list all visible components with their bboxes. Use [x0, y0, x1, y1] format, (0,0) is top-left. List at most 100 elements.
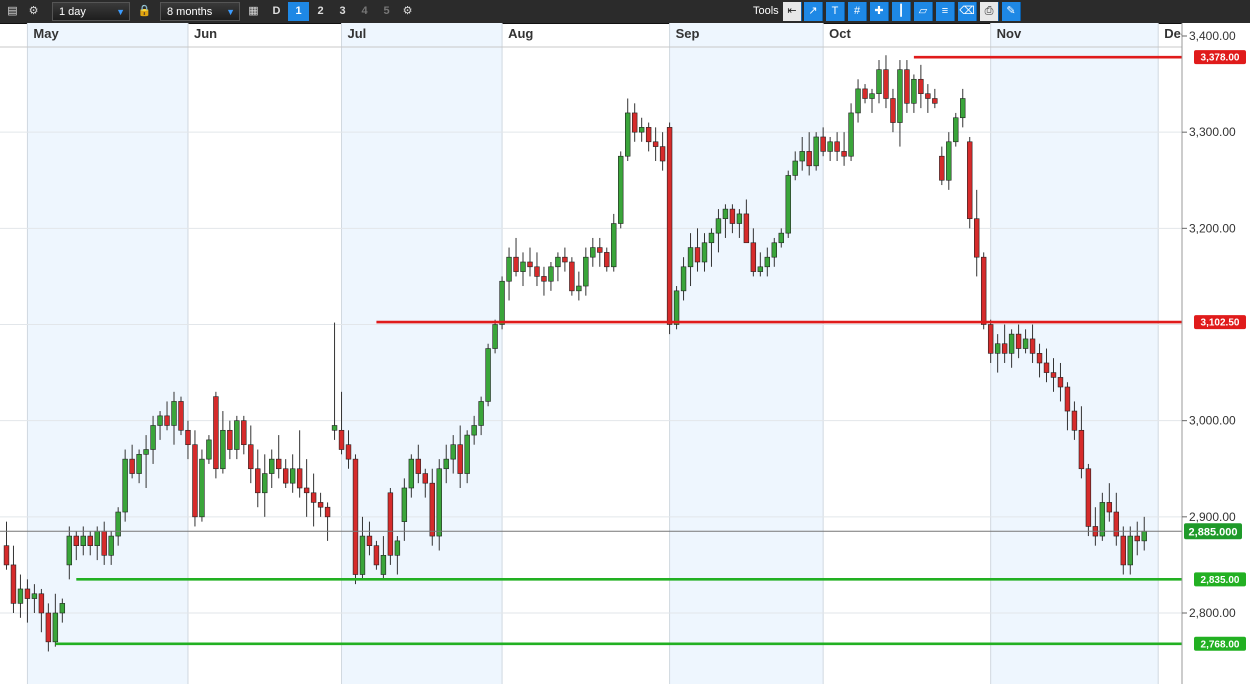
candle-down — [387, 492, 394, 556]
settings-icon[interactable]: ⚙ — [398, 2, 417, 21]
candle-up — [555, 256, 561, 268]
candle-down — [820, 136, 826, 152]
candle-down — [324, 506, 331, 518]
chevron-down-icon: ▼ — [116, 7, 125, 17]
candle-up — [1127, 535, 1133, 566]
grid-icon[interactable]: # — [848, 2, 867, 21]
candle-down — [939, 155, 945, 181]
candle-down — [694, 247, 701, 263]
back-arrow-icon[interactable]: ⇤ — [783, 2, 802, 21]
candle-up — [143, 449, 149, 455]
candle-down — [1015, 333, 1022, 349]
candle-down — [415, 458, 422, 474]
candle-down — [1113, 511, 1120, 537]
candle-up — [673, 290, 680, 325]
candle-up — [136, 454, 142, 474]
candle-up — [436, 468, 442, 537]
candle-down — [645, 127, 652, 143]
candle-up — [722, 208, 729, 220]
candle-up — [687, 247, 694, 268]
candle-up — [17, 588, 24, 604]
candle-up — [394, 540, 401, 556]
support-tag-label: 2,835.00 — [1201, 575, 1240, 586]
candle-up — [960, 98, 966, 119]
candle-up — [1022, 338, 1029, 349]
candle-down — [1036, 353, 1043, 364]
candle-up — [59, 603, 66, 614]
eraser-icon[interactable]: ⌫ — [958, 2, 977, 21]
print-icon[interactable]: ⎙ — [980, 2, 999, 21]
candle-up — [80, 535, 86, 546]
candle-up — [994, 343, 1001, 354]
candle-up — [778, 232, 784, 244]
candle-up — [625, 112, 631, 157]
candle-down — [10, 564, 17, 604]
text-icon[interactable]: T — [826, 2, 845, 21]
candle-down — [213, 396, 219, 470]
candle-down — [904, 69, 910, 104]
calendar-icon[interactable]: ▦ — [244, 2, 263, 21]
candle-up — [876, 69, 882, 94]
candle-down — [338, 429, 345, 450]
candle-down — [276, 458, 282, 470]
candle-up — [450, 444, 456, 460]
candle-up — [869, 93, 875, 99]
candle-up — [911, 78, 917, 104]
candle-down — [562, 256, 568, 263]
channel-icon[interactable]: ▱ — [914, 2, 933, 21]
candle-down — [967, 141, 973, 220]
candle-up — [359, 535, 366, 575]
candle-down — [862, 88, 868, 99]
candle-up — [220, 429, 226, 470]
candle-down — [1029, 338, 1036, 354]
candle-down — [373, 545, 380, 566]
range-dropdown[interactable]: 8 months ▼ — [160, 2, 240, 21]
price-axis: 3,400.00 3,300.00 3,200.00 3,000.00 2,900.00… — [1181, 23, 1250, 684]
candle-up — [708, 232, 715, 244]
axis-tick-label: 3,400.00 — [1189, 29, 1236, 43]
candle-down — [918, 78, 924, 95]
candle-down — [248, 444, 254, 470]
interval-dropdown[interactable]: 1 day ▼ — [52, 2, 130, 21]
candle-down — [604, 252, 610, 268]
candle-down — [352, 458, 359, 575]
month-band — [27, 23, 188, 684]
candle-up — [764, 256, 771, 268]
candle-up — [897, 69, 903, 123]
candle-up — [946, 141, 952, 181]
candle-down — [750, 242, 757, 272]
mode-button[interactable]: D — [266, 2, 287, 21]
fibonacci-icon[interactable]: ≡ — [936, 2, 955, 21]
segment-2-button[interactable]: 2 — [310, 2, 331, 21]
month-label: Jul — [348, 26, 367, 41]
candle-down — [1085, 468, 1092, 527]
candle-up — [234, 420, 240, 450]
candle-up — [262, 473, 268, 494]
lock-icon[interactable]: 🔒 — [135, 2, 154, 21]
candle-down — [1106, 502, 1113, 513]
month-label: Jun — [194, 26, 217, 41]
candle-down — [1043, 362, 1050, 373]
month-label: Oct — [829, 26, 851, 41]
segment-1-button[interactable]: 1 — [288, 2, 309, 21]
candle-down — [527, 261, 533, 268]
candle-up — [855, 88, 861, 114]
segment-5-button[interactable]: 5 — [376, 2, 397, 21]
crosshair-icon[interactable]: ✚ — [870, 2, 889, 21]
candle-up — [199, 458, 205, 518]
segment-4-button[interactable]: 4 — [354, 2, 375, 21]
candle-up — [331, 425, 338, 431]
candle-down — [569, 261, 575, 292]
trendline-icon[interactable]: ↗ — [804, 2, 823, 21]
vertical-line-icon[interactable]: ┃ — [892, 2, 911, 21]
list-icon[interactable]: ▤ — [3, 2, 22, 21]
gear-icon[interactable]: ⚙ — [24, 2, 43, 21]
candle-up — [583, 256, 589, 287]
draw-settings-icon[interactable]: ✎ — [1002, 2, 1021, 21]
candle-down — [282, 468, 289, 484]
candle-down — [73, 535, 79, 546]
segment-3-button[interactable]: 3 — [332, 2, 353, 21]
candlestick-chart[interactable]: May Jun Jul Aug Sep Oct Nov Dec 3,400.003,300.0… — [0, 23, 1250, 684]
candle-up — [289, 468, 296, 484]
candle-down — [659, 146, 666, 162]
